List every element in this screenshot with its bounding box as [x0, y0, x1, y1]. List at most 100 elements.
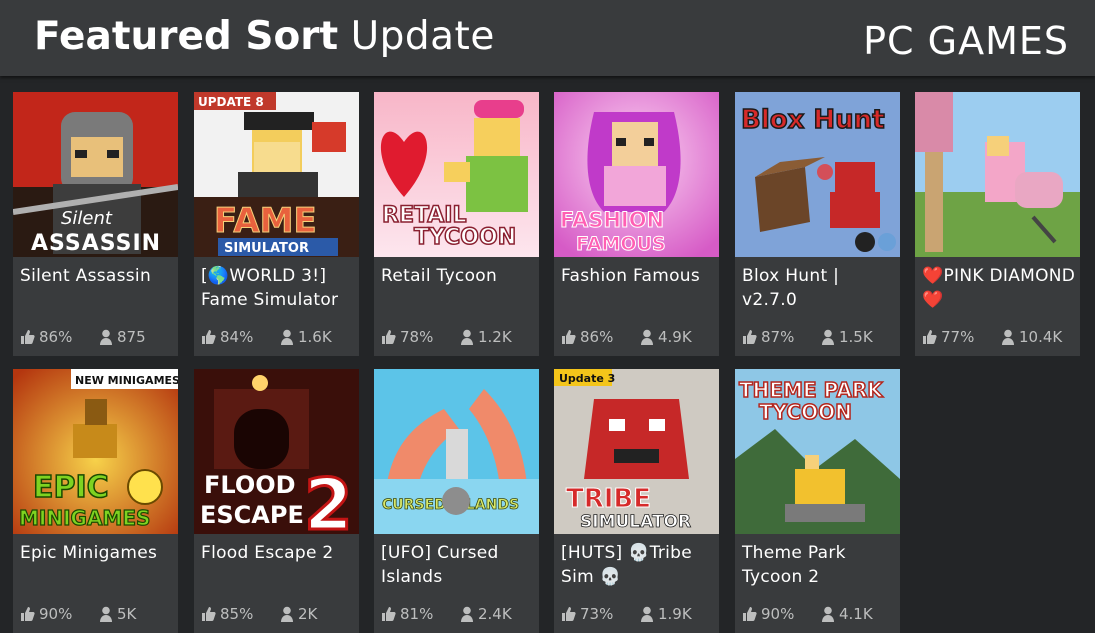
game-stats: 86% 4.9K — [561, 328, 717, 346]
game-stats: 86% 875 — [20, 328, 176, 346]
player-icon — [641, 329, 653, 345]
thumbs-up-icon — [382, 330, 396, 344]
vote-percentage: 86% — [39, 328, 73, 346]
player-count: 1.5K — [839, 328, 873, 346]
game-card[interactable]: Blox Hunt Blox Hunt | v2.7.0 87% 1.5K — [735, 92, 900, 356]
svg-text:TRIBE: TRIBE — [566, 484, 651, 514]
game-title[interactable]: Epic Minigames — [20, 541, 176, 565]
player-icon — [281, 329, 293, 345]
thumbs-up-icon — [21, 607, 35, 621]
game-title[interactable]: Retail Tycoon — [381, 264, 537, 288]
game-card[interactable]: UPDATE 8 FAME SIMULATOR [🌎WORLD 3!] Fame… — [194, 92, 359, 356]
game-card[interactable]: NEW MINIGAMES EPIC MINIGAMES Epic Miniga… — [13, 369, 178, 633]
player-count: 4.1K — [839, 605, 873, 623]
svg-text:TYCOON: TYCOON — [414, 225, 516, 250]
svg-text:ESCAPE: ESCAPE — [200, 501, 304, 529]
player-icon — [100, 329, 112, 345]
svg-text:FLOOD: FLOOD — [204, 471, 296, 499]
silent-assassin-thumbnail[interactable]: Silent ASSASSIN — [13, 92, 178, 257]
game-title[interactable]: Flood Escape 2 — [201, 541, 357, 565]
game-card[interactable]: RETAIL TYCOON Retail Tycoon 78% 1.2K — [374, 92, 539, 356]
svg-text:TYCOON: TYCOON — [759, 400, 852, 424]
svg-text:EPIC: EPIC — [33, 470, 109, 505]
thumbs-up-icon — [21, 330, 35, 344]
svg-text:NEW MINIGAMES: NEW MINIGAMES — [75, 374, 178, 387]
svg-text:Silent: Silent — [61, 208, 113, 229]
svg-text:2: 2 — [304, 464, 353, 534]
svg-text:Blox Hunt: Blox Hunt — [741, 105, 885, 135]
player-count: 875 — [117, 328, 146, 346]
theme-park-tycoon-thumbnail[interactable]: THEME PARK TYCOON — [735, 369, 900, 534]
game-title[interactable]: Silent Assassin — [20, 264, 176, 288]
pink-diamond-thumbnail[interactable] — [915, 92, 1080, 257]
title-light: Update — [350, 14, 495, 59]
player-icon — [100, 606, 112, 622]
player-icon — [641, 606, 653, 622]
vote-percentage: 90% — [39, 605, 73, 623]
thumbs-up-icon — [202, 330, 216, 344]
game-title[interactable]: Blox Hunt | v2.7.0 — [742, 264, 898, 312]
game-card[interactable]: ❤️PINK DIAMOND❤️ 77% 10.4K — [915, 92, 1080, 356]
player-count: 10.4K — [1019, 328, 1063, 346]
game-title[interactable]: [HUTS] 💀Tribe Sim 💀 — [561, 541, 717, 589]
game-card[interactable]: FASHION FAMOUS Fashion Famous 86% 4.9K — [554, 92, 719, 356]
game-title[interactable]: Theme Park Tycoon 2 — [742, 541, 898, 589]
player-icon — [1002, 329, 1014, 345]
player-icon — [281, 606, 293, 622]
svg-text:THEME PARK: THEME PARK — [739, 378, 884, 402]
player-icon — [461, 329, 473, 345]
thumbs-up-icon — [382, 607, 396, 621]
page-header: Featured Sort Update PC GAMES — [0, 0, 1095, 76]
game-card[interactable]: CURSED ISLANDS [UFO] Cursed Islands 81% … — [374, 369, 539, 633]
game-stats: 85% 2K — [201, 605, 357, 623]
game-stats: 78% 1.2K — [381, 328, 537, 346]
player-count: 1.6K — [298, 328, 332, 346]
svg-text:UPDATE 8: UPDATE 8 — [198, 95, 264, 109]
svg-text:ASSASSIN: ASSASSIN — [31, 231, 161, 256]
game-title[interactable]: [🌎WORLD 3!] Fame Simulator — [201, 264, 357, 312]
title-bold: Featured Sort — [34, 14, 339, 59]
vote-percentage: 84% — [220, 328, 254, 346]
thumbs-up-icon — [743, 330, 757, 344]
blox-hunt-thumbnail[interactable]: Blox Hunt — [735, 92, 900, 257]
tribe-sim-thumbnail[interactable]: Update 3 TRIBE SIMULATOR — [554, 369, 719, 534]
game-title[interactable]: ❤️PINK DIAMOND❤️ — [922, 264, 1078, 312]
platform-label: PC GAMES — [863, 19, 1069, 63]
thumbs-up-icon — [202, 607, 216, 621]
game-card[interactable]: Update 3 TRIBE SIMULATOR [HUTS] 💀Tribe S… — [554, 369, 719, 633]
svg-text:FASHION: FASHION — [560, 208, 664, 232]
player-count: 2.4K — [478, 605, 512, 623]
game-card[interactable]: FLOOD ESCAPE 2 Flood Escape 2 85% 2K — [194, 369, 359, 633]
retail-tycoon-thumbnail[interactable]: RETAIL TYCOON — [374, 92, 539, 257]
game-title[interactable]: [UFO] Cursed Islands — [381, 541, 537, 589]
svg-text:FAMOUS: FAMOUS — [576, 233, 666, 255]
thumbs-up-icon — [562, 607, 576, 621]
vote-percentage: 77% — [941, 328, 975, 346]
vote-percentage: 78% — [400, 328, 434, 346]
game-stats: 81% 2.4K — [381, 605, 537, 623]
vote-percentage: 81% — [400, 605, 434, 623]
svg-text:MINIGAMES: MINIGAMES — [19, 506, 150, 530]
player-icon — [822, 329, 834, 345]
thumbs-up-icon — [923, 330, 937, 344]
vote-percentage: 90% — [761, 605, 795, 623]
svg-text:SIMULATOR: SIMULATOR — [580, 512, 691, 532]
thumbs-up-icon — [562, 330, 576, 344]
flood-escape-thumbnail[interactable]: FLOOD ESCAPE 2 — [194, 369, 359, 534]
player-count: 5K — [117, 605, 137, 623]
player-count: 1.9K — [658, 605, 692, 623]
game-title[interactable]: Fashion Famous — [561, 264, 717, 288]
game-stats: 73% 1.9K — [561, 605, 717, 623]
game-stats: 77% 10.4K — [922, 328, 1078, 346]
cursed-islands-thumbnail[interactable]: CURSED ISLANDS — [374, 369, 539, 534]
game-stats: 84% 1.6K — [201, 328, 357, 346]
fashion-famous-thumbnail[interactable]: FASHION FAMOUS — [554, 92, 719, 257]
epic-minigames-thumbnail[interactable]: NEW MINIGAMES EPIC MINIGAMES — [13, 369, 178, 534]
svg-text:Update 3: Update 3 — [559, 372, 615, 385]
game-card[interactable]: Silent ASSASSIN Silent Assassin 86% 875 — [13, 92, 178, 356]
player-count: 4.9K — [658, 328, 692, 346]
game-card[interactable]: THEME PARK TYCOON Theme Park Tycoon 2 90… — [735, 369, 900, 633]
fame-simulator-thumbnail[interactable]: UPDATE 8 FAME SIMULATOR — [194, 92, 359, 257]
game-stats: 87% 1.5K — [742, 328, 898, 346]
player-count: 2K — [298, 605, 318, 623]
